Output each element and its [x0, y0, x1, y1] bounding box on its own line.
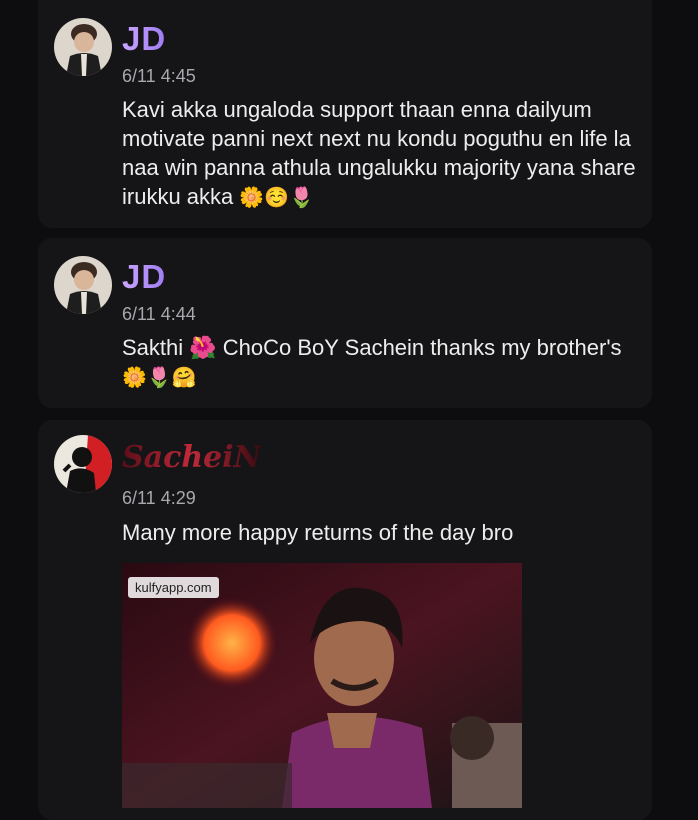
message-card[interactable]: JD 6/11 4:45 Kavi akka ungaloda support … — [38, 0, 652, 228]
avatar[interactable] — [54, 256, 112, 314]
message-text: Sakthi 🌺 ChoCo BoY Sachein thanks my bro… — [122, 333, 642, 393]
avatar-icon — [54, 256, 112, 314]
avatar[interactable] — [54, 435, 112, 493]
message-emojis: 🌼☺️🌷 — [239, 187, 315, 209]
message-body: Kavi akka ungaloda support thaan enna da… — [122, 97, 636, 209]
gif-attachment[interactable]: kulfyapp.com — [122, 563, 522, 808]
author-name[interactable]: JD — [122, 258, 166, 296]
message-timestamp: 6/11 4:44 — [122, 304, 196, 324]
message-timestamp: 6/11 4:45 — [122, 66, 196, 86]
avatar-silhouette-icon — [54, 435, 112, 493]
gif-image — [122, 563, 522, 808]
message-card[interactable]: SacheiN 6/11 4:29 Many more happy return… — [38, 420, 652, 820]
message-timestamp: 6/11 4:29 — [122, 488, 196, 508]
author-name[interactable]: JD — [122, 20, 166, 58]
author-name[interactable]: SacheiN — [122, 440, 261, 475]
message-text: Kavi akka ungaloda support thaan enna da… — [122, 95, 642, 213]
avatar[interactable] — [54, 18, 112, 76]
message-card[interactable]: JD 6/11 4:44 Sakthi 🌺 ChoCo BoY Sachein … — [38, 238, 652, 408]
gif-watermark: kulfyapp.com — [128, 577, 219, 598]
avatar-icon — [54, 18, 112, 76]
message-text: Many more happy returns of the day bro — [122, 520, 514, 545]
message-emojis: 🌼🌷🤗 — [122, 367, 197, 389]
message-body: Sakthi 🌺 ChoCo BoY Sachein thanks my bro… — [122, 335, 622, 360]
